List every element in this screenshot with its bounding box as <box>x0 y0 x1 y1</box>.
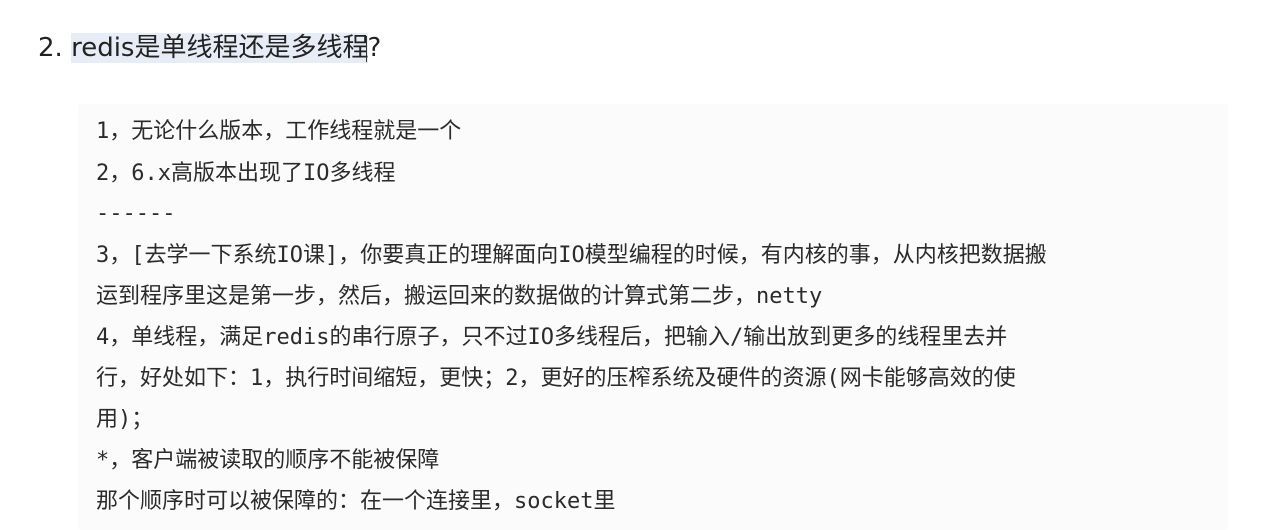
code-line-1: 1，无论什么版本，工作线程就是一个 <box>96 119 462 144</box>
code-line-3b: 运到程序里这是第一步，然后，搬运回来的数据做的计算式第二步，netty <box>96 284 823 309</box>
code-line-6: 那个顺序时可以被保障的：在一个连接里，socket里 <box>96 489 616 514</box>
code-line-4b: 行，好处如下：1，执行时间缩短，更快；2，更好的压榨系统及硬件的资源(网卡能够高… <box>96 366 1016 391</box>
code-line-5: *，客户端被读取的顺序不能被保障 <box>96 448 440 473</box>
heading-question-mark: ? <box>367 33 382 63</box>
code-line-4a: 4，单线程，满足redis的串行原子，只不过IO多线程后，把输入/输出放到更多的… <box>96 325 1008 350</box>
heading-number: 2. <box>38 33 72 63</box>
code-line-4c: 用)； <box>96 407 154 432</box>
code-line-3a: 3，[去学一下系统IO课]，你要真正的理解面向IO模型编程的时候，有内核的事，从… <box>96 243 1047 268</box>
code-line-2: 2，6.x高版本出现了IO多线程 <box>96 161 396 186</box>
heading-selected-text[interactable]: redis是单线程还是多线程 <box>71 33 369 63</box>
section-heading: 2. redis是单线程还是多线程? <box>38 26 381 70</box>
code-line-separator: ------ <box>96 201 176 226</box>
